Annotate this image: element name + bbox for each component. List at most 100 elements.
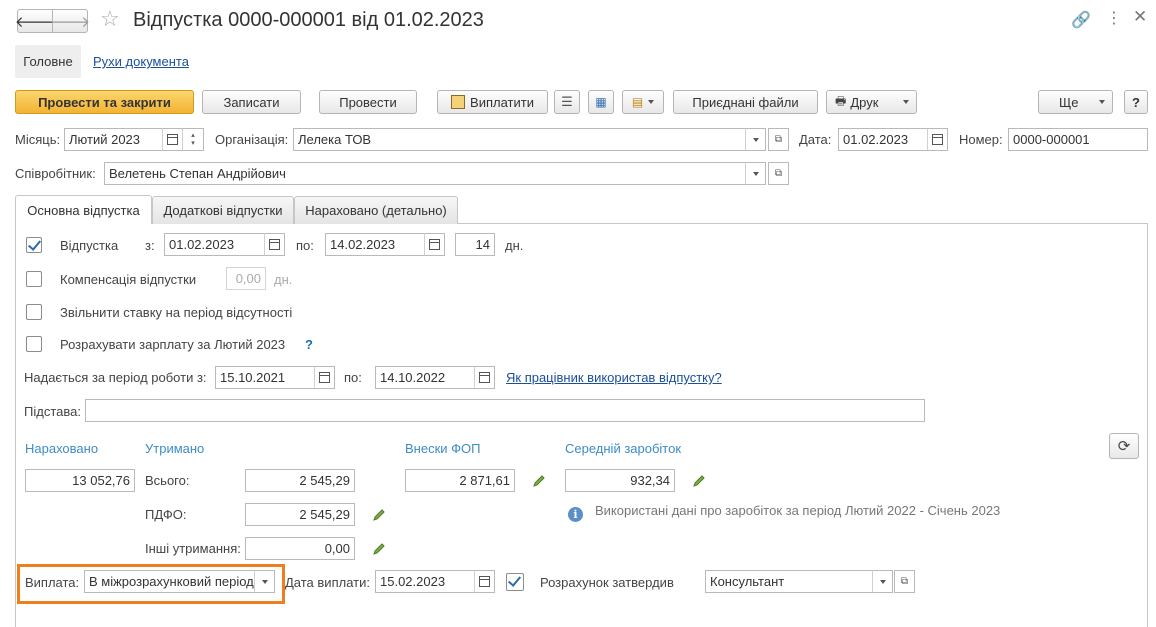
nav-main[interactable]: Головне xyxy=(15,45,81,78)
create-based-button[interactable]: ▤ xyxy=(622,90,664,114)
month-calendar-button[interactable] xyxy=(162,128,183,151)
payment-date-label: Дата виплати: xyxy=(285,575,370,590)
back-button[interactable]: 🡐 xyxy=(15,9,55,33)
refresh-button[interactable]: ⟳ xyxy=(1109,433,1139,459)
open-icon: ⧉ xyxy=(774,134,783,145)
calendar-icon xyxy=(479,372,490,383)
date-field[interactable]: 01.02.2023 xyxy=(838,128,928,151)
save-button[interactable]: Записати xyxy=(202,90,301,114)
tab-main-vacation[interactable]: Основна відпустка xyxy=(15,195,152,224)
nav-movements-link[interactable]: Рухи документа xyxy=(93,54,189,69)
attached-files-button[interactable]: Приєднані файли xyxy=(673,90,818,114)
org-open-button[interactable]: ⧉ xyxy=(768,128,789,151)
org-label: Організація: xyxy=(215,132,289,147)
calendar-icon xyxy=(269,239,280,250)
total-withheld-field[interactable]: 2 545,29 xyxy=(245,469,355,492)
post-and-close-button[interactable]: Провести та закрити xyxy=(15,90,194,114)
vacation-to-calendar[interactable] xyxy=(424,233,445,256)
avg-earnings-field[interactable]: 932,34 xyxy=(565,469,675,492)
tab-accrued-detailed[interactable]: Нараховано (детально) xyxy=(294,196,458,224)
employee-dropdown-button[interactable] xyxy=(745,162,766,185)
structure-button[interactable]: ▦ xyxy=(588,90,614,114)
compensation-days-unit: дн. xyxy=(274,272,293,287)
approved-checkbox[interactable] xyxy=(506,573,524,591)
org-dropdown-button[interactable] xyxy=(745,128,766,151)
vacation-label: Відпустка xyxy=(60,238,119,253)
vacation-checkbox[interactable] xyxy=(26,237,42,253)
nav-main-label: Головне xyxy=(23,54,73,69)
info-icon: i xyxy=(568,507,583,522)
period-to-calendar[interactable] xyxy=(474,366,495,389)
vacation-from-calendar[interactable] xyxy=(264,233,285,256)
edit-avg-pencil-icon[interactable] xyxy=(692,474,706,488)
edit-pdfo-pencil-icon[interactable] xyxy=(372,508,386,522)
close-icon[interactable]: ✕ xyxy=(1133,7,1147,27)
vacation-to-field[interactable]: 14.02.2023 xyxy=(325,233,425,256)
print-button[interactable]: 🖶 Друк xyxy=(826,90,917,114)
employee-open-button[interactable]: ⧉ xyxy=(768,162,789,185)
link-icon[interactable]: 🔗 xyxy=(1071,10,1091,30)
date-calendar-button[interactable] xyxy=(927,128,948,151)
compensation-days-field[interactable]: 0,00 xyxy=(226,267,266,290)
calc-salary-checkbox[interactable] xyxy=(26,336,42,352)
compensation-checkbox[interactable] xyxy=(26,271,42,287)
forward-button[interactable]: 🡒 xyxy=(49,9,91,33)
payment-dropdown-button[interactable] xyxy=(254,570,275,593)
fop-header: Внески ФОП xyxy=(405,441,481,456)
pdfo-field[interactable]: 2 545,29 xyxy=(245,503,355,526)
earnings-info-text: Використані дані про заробіток за період… xyxy=(595,503,1001,518)
fop-field[interactable]: 2 871,61 xyxy=(405,469,515,492)
journal-button[interactable]: ☰ xyxy=(554,90,580,114)
number-field[interactable]: 0000-000001 xyxy=(1008,128,1148,151)
release-rate-label: Звільнити ставку на період відсутності xyxy=(60,305,293,320)
payment-field[interactable]: В міжрозрахунковий період xyxy=(84,570,255,593)
month-spinner[interactable]: ▴ ▾ xyxy=(182,128,204,151)
calendar-icon xyxy=(319,372,330,383)
payment-date-calendar[interactable] xyxy=(474,570,495,593)
post-button[interactable]: Провести xyxy=(319,90,417,114)
spin-down-icon: ▾ xyxy=(191,139,195,147)
help-button[interactable]: ? xyxy=(1124,90,1148,114)
org-field[interactable]: Лелека ТОВ xyxy=(293,128,746,151)
basis-label: Підстава: xyxy=(24,404,81,419)
window-title: Відпустка 0000-000001 від 01.02.2023 xyxy=(133,9,484,31)
calc-salary-label: Розрахувати зарплату за Лютий 2023 xyxy=(60,337,286,352)
other-withholdings-field[interactable]: 0,00 xyxy=(245,537,355,560)
arrow-right-icon: 🡒 xyxy=(49,13,91,31)
approver-dropdown-button[interactable] xyxy=(872,570,893,593)
calc-salary-help-icon[interactable]: ? xyxy=(305,337,313,353)
employee-label: Співробітник: xyxy=(15,166,96,181)
month-label: Місяць: xyxy=(15,132,61,147)
period-to-field[interactable]: 14.10.2022 xyxy=(375,366,475,389)
calendar-icon xyxy=(932,134,943,145)
approver-field[interactable]: Консультант xyxy=(705,570,873,593)
print-button-label: Друк xyxy=(850,94,879,110)
pay-button[interactable]: Виплатити xyxy=(437,90,548,114)
total-withheld-label: Всього: xyxy=(145,473,190,488)
employee-field[interactable]: Велетень Степан Андрійович xyxy=(104,162,746,185)
basis-field[interactable] xyxy=(85,399,925,422)
chevron-down-icon xyxy=(903,100,909,104)
refresh-icon: ⟳ xyxy=(1117,438,1131,455)
open-icon: ⧉ xyxy=(774,168,783,179)
more-button[interactable]: Ще xyxy=(1038,90,1113,114)
compensation-label: Компенсація відпустки xyxy=(60,272,197,287)
release-rate-checkbox[interactable] xyxy=(26,304,42,320)
payment-date-field[interactable]: 15.02.2023 xyxy=(375,570,475,593)
period-from-field[interactable]: 15.10.2021 xyxy=(215,366,315,389)
edit-fop-pencil-icon[interactable] xyxy=(532,474,546,488)
month-field[interactable]: Лютий 2023 xyxy=(64,128,163,151)
period-from-calendar[interactable] xyxy=(314,366,335,389)
edit-other-pencil-icon[interactable] xyxy=(372,542,386,556)
vacation-days-field[interactable]: 14 xyxy=(455,233,495,256)
star-icon[interactable]: ☆ xyxy=(100,6,120,32)
accrued-field[interactable]: 13 052,76 xyxy=(25,469,135,492)
vacation-from-field[interactable]: 01.02.2023 xyxy=(164,233,265,256)
approver-open-button[interactable]: ⧉ xyxy=(894,570,915,593)
more-button-label: Ще xyxy=(1059,94,1079,110)
more-vertical-icon[interactable]: ⋮ xyxy=(1106,8,1122,28)
accrued-header: Нараховано xyxy=(25,441,99,456)
tab-additional-vacations[interactable]: Додаткові відпустки xyxy=(152,196,294,224)
chevron-down-icon xyxy=(1099,100,1105,104)
vacation-usage-link[interactable]: Як працівник використав відпустку? xyxy=(506,370,722,385)
